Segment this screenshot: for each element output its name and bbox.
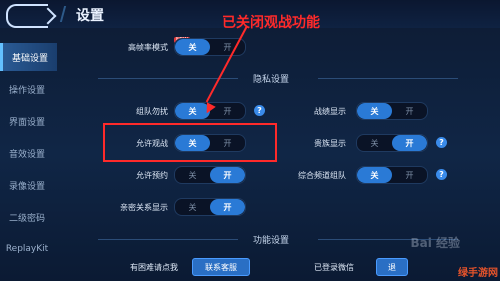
section-divider — [98, 239, 238, 240]
general-channel-label: 综合频道组队 — [298, 171, 346, 180]
intimate-display-toggle[interactable]: 关 开 — [174, 198, 246, 216]
noble-display-toggle[interactable]: 关 开 — [356, 134, 428, 152]
battle-display-toggle[interactable]: 关 开 — [356, 102, 428, 120]
divider — [59, 6, 67, 22]
baidu-watermark: Bai 经验 — [410, 236, 460, 250]
high-fps-label: 高帧率模式 — [128, 43, 168, 52]
toggle-on-option[interactable]: 开 — [210, 103, 245, 119]
allow-reserve-label: 允许预约 — [136, 171, 168, 180]
function-section-title: 功能设置 — [253, 236, 290, 246]
sidebar: 基础设置 操作设置 界面设置 音效设置 录像设置 二级密码 ReplayKit — [0, 35, 57, 281]
toggle-off-option[interactable]: 关 — [357, 135, 392, 151]
page-title: 设置 — [76, 8, 104, 24]
sidebar-item-basic[interactable]: 基础设置 — [0, 43, 57, 71]
sidebar-item-sound[interactable]: 音效设置 — [0, 139, 54, 167]
toggle-off-option[interactable]: 关 — [175, 167, 210, 183]
toggle-on-option[interactable]: 开 — [210, 199, 245, 215]
highlight-box — [103, 123, 277, 162]
section-divider — [318, 78, 458, 79]
sidebar-item-replay[interactable]: 录像设置 — [0, 171, 54, 199]
toggle-off-option[interactable]: 关 — [175, 199, 210, 215]
help-icon[interactable]: ? — [436, 137, 447, 148]
general-channel-toggle[interactable]: 关 开 — [356, 166, 428, 184]
site-watermark: 绿手游网 — [458, 268, 498, 279]
toggle-on-option[interactable]: 开 — [392, 103, 427, 119]
privacy-section-title: 隐私设置 — [253, 75, 290, 85]
allow-reserve-toggle[interactable]: 关 开 — [174, 166, 246, 184]
help-icon[interactable]: ? — [436, 169, 447, 180]
intimate-display-label: 亲密关系显示 — [120, 203, 168, 212]
toggle-on-option[interactable]: 开 — [210, 167, 245, 183]
battle-display-label: 战绩显示 — [314, 107, 346, 116]
toggle-on-option[interactable]: 开 — [392, 167, 427, 183]
toggle-off-option[interactable]: 关 — [357, 167, 392, 183]
logout-button[interactable]: 退 — [376, 258, 408, 276]
toggle-off-option[interactable]: 关 — [175, 39, 210, 55]
sidebar-item-controls[interactable]: 操作设置 — [0, 75, 54, 103]
back-arrow-icon[interactable] — [6, 4, 48, 28]
sidebar-item-password[interactable]: 二级密码 — [0, 203, 54, 231]
sidebar-item-replaykit[interactable]: ReplayKit — [0, 235, 54, 263]
contact-support-button[interactable]: 联系客服 — [192, 258, 250, 276]
help-icon[interactable]: ? — [254, 105, 265, 116]
toggle-on-option[interactable]: 开 — [392, 135, 427, 151]
toggle-off-option[interactable]: 关 — [357, 103, 392, 119]
help-label: 有困难请点我 — [130, 263, 178, 272]
noble-display-label: 贵族显示 — [314, 139, 346, 148]
logged-wechat-label: 已登录微信 — [314, 263, 354, 272]
sidebar-item-interface[interactable]: 界面设置 — [0, 107, 54, 135]
team-no-disturb-label: 组队勿扰 — [136, 107, 168, 116]
